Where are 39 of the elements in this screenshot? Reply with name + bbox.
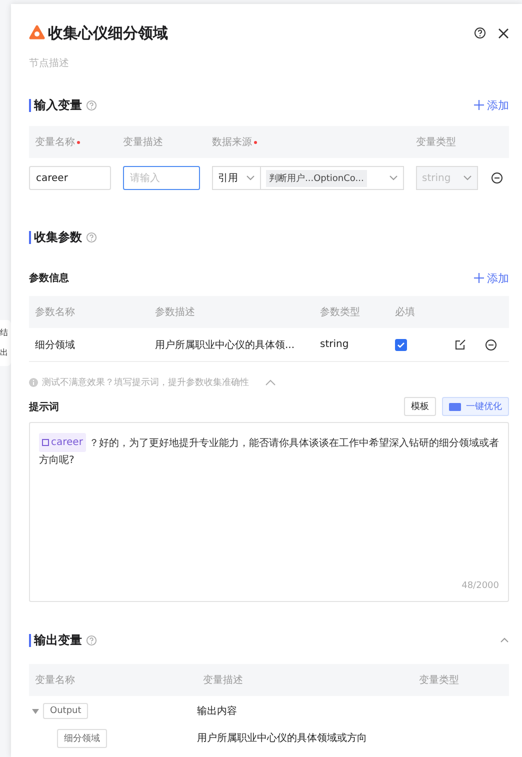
character-counter: 48/2000	[462, 581, 499, 591]
column-header: 变量类型	[419, 674, 460, 687]
table-cell-text: 细分领域	[35, 338, 76, 352]
optimize-button[interactable]: 一键优化	[442, 397, 509, 416]
prompt-text: career ？好的，为了更好地提升专业能力，能否请你具体谈谈在工作中希望深入钻研的细分领域或者方向呢?	[39, 433, 499, 469]
source-value-select[interactable]: 判断用户...OptionCo...	[261, 166, 404, 190]
variable-tag: Output	[43, 703, 88, 719]
column-header: 变量类型	[416, 136, 457, 149]
table-cell-text: string	[320, 339, 350, 350]
name-field[interactable]: career	[29, 166, 111, 190]
template-button[interactable]: 模板	[404, 397, 436, 416]
column-header: 参数名称	[35, 306, 76, 319]
column-header: 变量描述	[203, 674, 244, 687]
column-header: 变量名称	[35, 135, 123, 149]
add-button[interactable]: 添加	[474, 270, 509, 286]
column-header: 变量描述	[123, 136, 164, 149]
column-header: 变量名称	[35, 674, 76, 687]
column-header: 必填	[395, 306, 416, 319]
prompt-label: 提示词	[29, 400, 59, 414]
section-title: 输入变量	[29, 98, 82, 112]
add-button[interactable]: 添加	[474, 98, 509, 112]
column-header: 数据来源	[212, 135, 416, 149]
subsection-title: 参数信息	[29, 272, 69, 285]
panel-title: 收集心仪细分领域	[48, 24, 169, 42]
hint-text: 测试不满意效果？填写提示词，提升参数收集准确性	[42, 376, 249, 389]
table-cell-text: 用户所属职业中心仪的具体领域或方向	[197, 732, 368, 745]
node-label: 出	[0, 348, 9, 358]
column-header: 参数描述	[155, 306, 196, 319]
prompt-field[interactable]: career ？好的，为了更好地提升专业能力，能否请你具体谈谈在工作中希望深入钻研的细分领域或者方向呢? 48/2000	[29, 422, 509, 602]
node-label: 结	[0, 328, 9, 338]
variable-tag: 细分领域	[57, 728, 107, 748]
section-title: 收集参数	[29, 230, 82, 244]
description-field[interactable]: 请输入	[123, 166, 200, 190]
table-cell-text: 用户所属职业中心仪的具体领...	[155, 338, 296, 352]
table-cell-text: 输出内容	[197, 704, 238, 718]
type-select: string	[416, 166, 478, 190]
column-header: 参数类型	[320, 306, 361, 319]
section-title: 输出变量	[29, 634, 82, 646]
source-mode-select[interactable]: 引用	[212, 166, 261, 190]
